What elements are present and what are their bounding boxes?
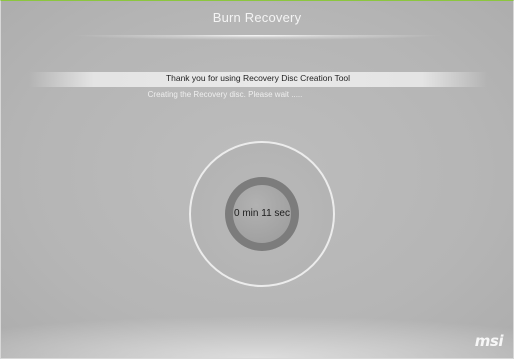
welcome-banner: Thank you for using Recovery Disc Creati… — [29, 72, 487, 87]
title-underline — [71, 35, 443, 40]
msi-logo: msi — [474, 332, 504, 350]
burn-recovery-window: Burn Recovery Thank you for using Recove… — [0, 0, 514, 359]
disc-progress: 0 min 11 sec — [189, 141, 335, 287]
status-message: Creating the Recovery disc. Please wait … — [147, 90, 303, 99]
elapsed-time: 0 min 11 sec — [234, 208, 290, 219]
title-bar: Burn Recovery — [1, 1, 513, 41]
window-title: Burn Recovery — [212, 10, 302, 25]
welcome-banner-text: Thank you for using Recovery Disc Creati… — [165, 73, 351, 83]
